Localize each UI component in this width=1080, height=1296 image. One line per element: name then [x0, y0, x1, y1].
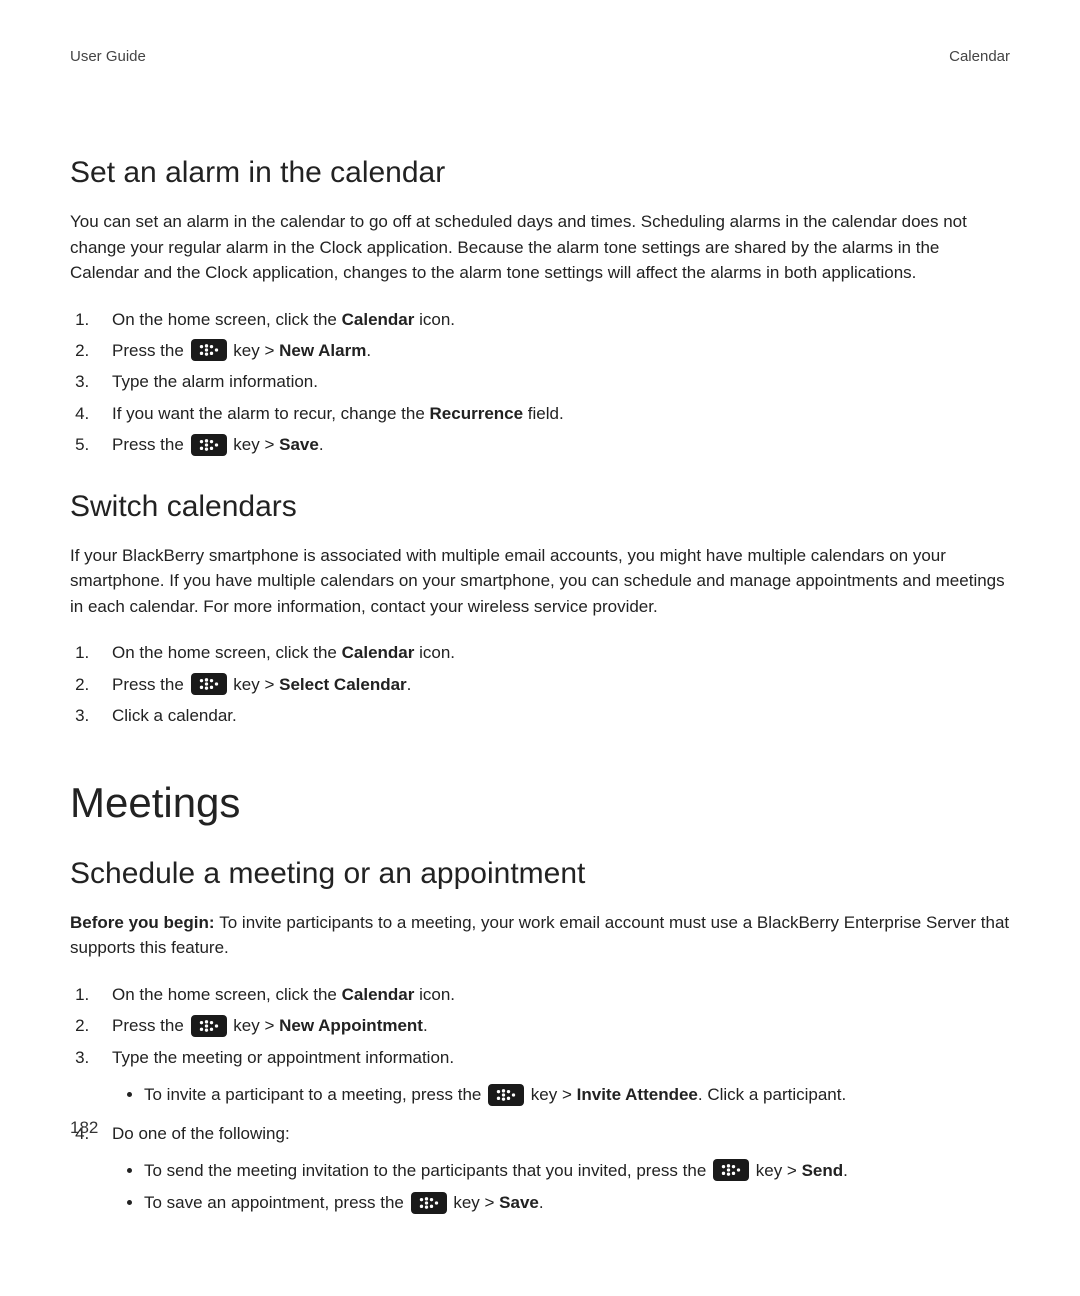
- para-set-alarm: You can set an alarm in the calendar to …: [70, 209, 1010, 286]
- sublist: To send the meeting invitation to the pa…: [112, 1155, 1010, 1220]
- list-item: Do one of the following: To send the mee…: [94, 1118, 1010, 1220]
- list-item: If you want the alarm to recur, change t…: [94, 398, 1010, 429]
- menu-key-icon: [191, 434, 227, 456]
- para-before-you-begin: Before you begin: To invite participants…: [70, 910, 1010, 961]
- list-item: Press the key > Save.: [94, 429, 1010, 460]
- sublist: To invite a participant to a meeting, pr…: [112, 1079, 1010, 1111]
- list-item: Press the key > New Alarm.: [94, 335, 1010, 366]
- steps-switch-calendars: On the home screen, click the Calendar i…: [70, 637, 1010, 731]
- list-item: To save an appointment, press the key > …: [144, 1187, 1010, 1219]
- heading-switch-calendars: Switch calendars: [70, 489, 1010, 525]
- page-number: 182: [70, 1118, 98, 1138]
- menu-key-icon: [488, 1084, 524, 1106]
- menu-key-icon: [713, 1159, 749, 1181]
- menu-key-icon: [191, 673, 227, 695]
- heading-set-alarm: Set an alarm in the calendar: [70, 155, 1010, 191]
- list-item: Click a calendar.: [94, 700, 1010, 731]
- header-right: Calendar: [949, 48, 1010, 65]
- list-item: Type the meeting or appointment informat…: [94, 1042, 1010, 1112]
- list-item: To invite a participant to a meeting, pr…: [144, 1079, 1010, 1111]
- list-item: On the home screen, click the Calendar i…: [94, 637, 1010, 668]
- steps-set-alarm: On the home screen, click the Calendar i…: [70, 304, 1010, 461]
- heading-meetings: Meetings: [70, 778, 1010, 828]
- steps-schedule-meeting: On the home screen, click the Calendar i…: [70, 979, 1010, 1220]
- list-item: On the home screen, click the Calendar i…: [94, 304, 1010, 335]
- list-item: Press the key > New Appointment.: [94, 1010, 1010, 1041]
- page-header: User Guide Calendar: [70, 48, 1010, 65]
- header-left: User Guide: [70, 48, 146, 65]
- menu-key-icon: [191, 1015, 227, 1037]
- list-item: Press the key > Select Calendar.: [94, 669, 1010, 700]
- list-item: Type the alarm information.: [94, 366, 1010, 397]
- document-page: User Guide Calendar Set an alarm in the …: [0, 0, 1080, 1296]
- list-item: To send the meeting invitation to the pa…: [144, 1155, 1010, 1187]
- para-switch-calendars: If your BlackBerry smartphone is associa…: [70, 543, 1010, 620]
- heading-schedule-meeting: Schedule a meeting or an appointment: [70, 856, 1010, 892]
- menu-key-icon: [191, 339, 227, 361]
- menu-key-icon: [411, 1192, 447, 1214]
- list-item: On the home screen, click the Calendar i…: [94, 979, 1010, 1010]
